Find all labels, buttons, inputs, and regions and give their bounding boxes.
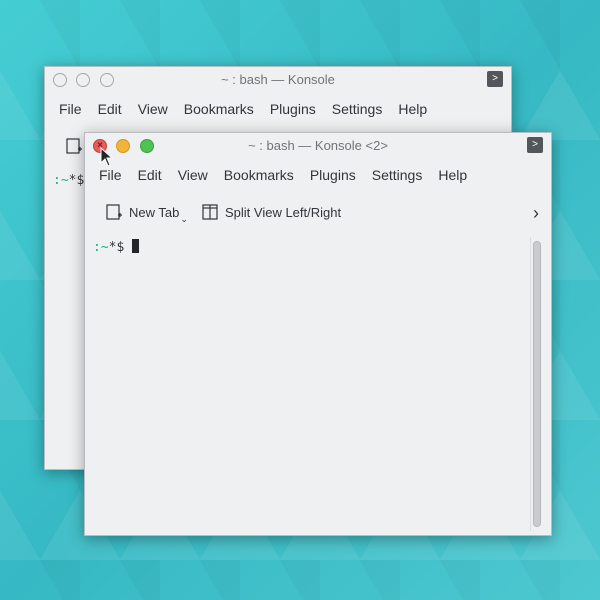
new-tab-label: New Tab — [129, 204, 180, 220]
menu-plugins[interactable]: Plugins — [262, 95, 324, 123]
menu-file[interactable]: File — [51, 95, 90, 123]
mouse-pointer-icon — [100, 147, 114, 167]
window-title: ~ : bash — Konsole <2> — [248, 138, 388, 153]
menu-edit[interactable]: Edit — [130, 161, 170, 189]
scroll-separator — [530, 237, 531, 531]
menu-view[interactable]: View — [170, 161, 216, 189]
window-menu-icon[interactable]: > — [487, 71, 503, 87]
prompt-symbol: *$ — [108, 240, 133, 255]
split-view-button[interactable]: Split View Left/Right — [201, 197, 341, 227]
split-view-label: Split View Left/Right — [225, 204, 342, 220]
window-menu-icon[interactable]: > — [527, 137, 543, 153]
prompt-path: :~ — [53, 173, 69, 188]
new-tab-icon — [106, 204, 122, 220]
menu-settings[interactable]: Settings — [324, 95, 391, 123]
window-title: ~ : bash — Konsole — [221, 72, 335, 87]
new-tab-icon — [66, 138, 82, 154]
menu-bookmarks[interactable]: Bookmarks — [216, 161, 302, 189]
menu-plugins[interactable]: Plugins — [302, 161, 364, 189]
konsole-window-front[interactable]: × ~ : bash — Konsole <2> > File Edit Vie… — [84, 132, 552, 536]
dropdown-indicator-icon[interactable]: ⌄ — [180, 214, 188, 225]
menu-help[interactable]: Help — [430, 161, 475, 189]
terminal-prompt: :~*$ — [93, 239, 140, 255]
terminal-area[interactable]: :~*$ — [85, 233, 551, 535]
terminal-prompt: :~*$ — [53, 173, 84, 188]
prompt-symbol: *$ — [68, 173, 85, 188]
text-cursor — [132, 239, 140, 253]
menu-view[interactable]: View — [130, 95, 176, 123]
menu-edit[interactable]: Edit — [90, 95, 130, 123]
toolbar: New Tab ⌄ Split View Left/Right › — [85, 197, 551, 227]
split-view-icon — [202, 204, 218, 220]
titlebar[interactable]: × ~ : bash — Konsole <2> > — [85, 133, 551, 159]
titlebar[interactable]: ~ : bash — Konsole > — [45, 67, 511, 93]
menu-settings[interactable]: Settings — [364, 161, 431, 189]
new-tab-button[interactable]: New Tab ⌄ — [105, 197, 188, 227]
prompt-path: :~ — [93, 240, 109, 255]
menubar: File Edit View Bookmarks Plugins Setting… — [45, 95, 511, 123]
menubar: File Edit View Bookmarks Plugins Setting… — [85, 161, 551, 189]
menu-help[interactable]: Help — [390, 95, 435, 123]
chevron-right-icon[interactable]: › — [533, 203, 539, 224]
menu-bookmarks[interactable]: Bookmarks — [176, 95, 262, 123]
scrollbar[interactable] — [533, 241, 541, 527]
